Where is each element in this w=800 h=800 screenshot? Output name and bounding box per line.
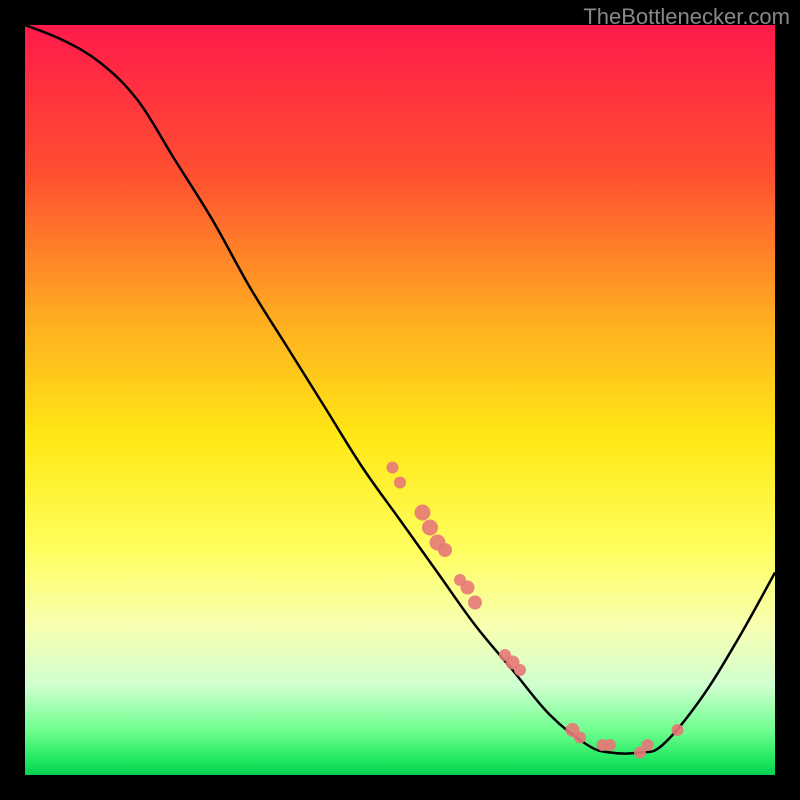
data-point	[468, 596, 482, 610]
chart-svg	[25, 25, 775, 775]
data-point	[514, 664, 526, 676]
data-point	[387, 462, 399, 474]
data-point	[642, 739, 654, 751]
watermark-text: TheBottlenecker.com	[583, 4, 790, 30]
data-point	[672, 724, 684, 736]
data-point	[604, 739, 616, 751]
data-point	[394, 477, 406, 489]
data-point	[574, 732, 586, 744]
data-point	[461, 581, 475, 595]
gradient-background	[25, 25, 775, 775]
data-point	[415, 505, 431, 521]
data-point	[422, 520, 438, 536]
plot-area	[25, 25, 775, 775]
data-point	[438, 543, 452, 557]
